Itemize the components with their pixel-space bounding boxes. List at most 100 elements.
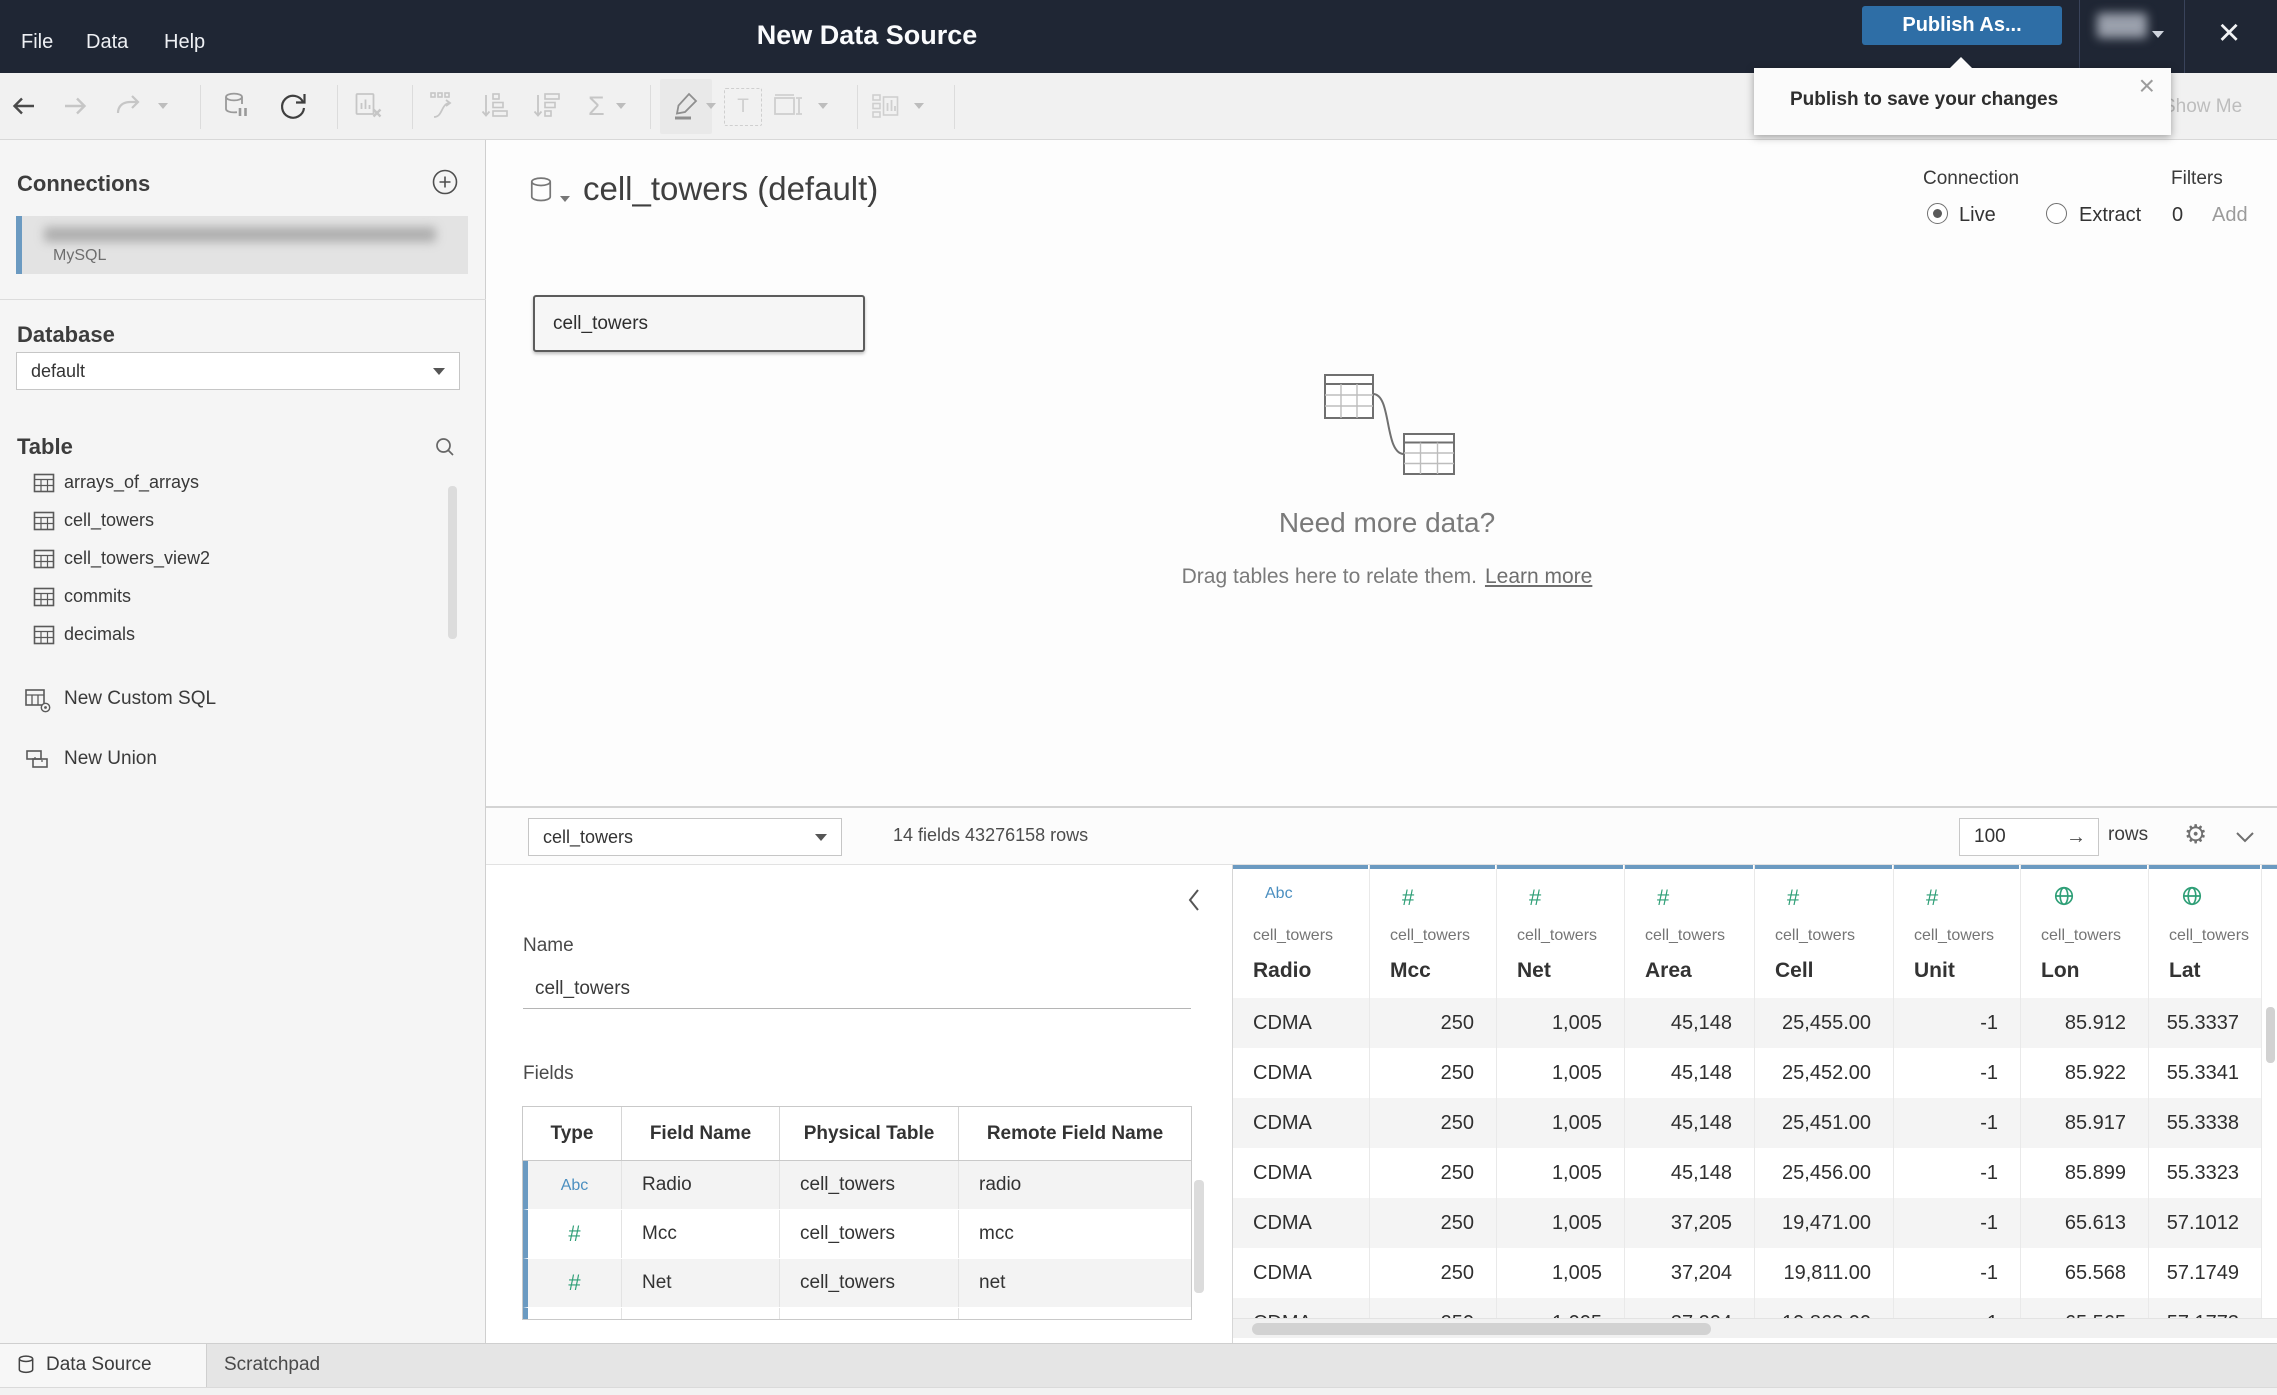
grid-cell: 250 — [1440, 1262, 1474, 1284]
apply-row-limit-icon[interactable]: → — [2066, 819, 2086, 855]
fit-view-caret-icon[interactable] — [818, 103, 828, 109]
filters-add-button[interactable]: Add — [2212, 204, 2248, 227]
refresh-icon[interactable] — [276, 89, 310, 123]
extract-label[interactable]: Extract — [2079, 204, 2141, 227]
highlighter-caret-icon[interactable] — [706, 103, 716, 109]
grid-column-header[interactable]: # cell_towers Unit — [1894, 869, 2020, 998]
number-type-icon: # — [1926, 885, 1939, 910]
text-label-icon[interactable]: T — [724, 88, 762, 126]
sort-descending-icon[interactable] — [530, 89, 564, 123]
new-custom-sql-button[interactable]: New Custom SQL — [0, 681, 445, 719]
live-radio[interactable] — [1927, 203, 1948, 224]
learn-more-link[interactable]: Learn more — [1485, 565, 1592, 588]
sidebar-table-decimals[interactable]: decimals — [0, 616, 445, 654]
account-menu[interactable] — [2097, 13, 2147, 38]
database-select[interactable]: default — [16, 352, 460, 390]
chevron-down-icon[interactable] — [2152, 31, 2164, 38]
close-window-button[interactable]: × — [2218, 8, 2240, 58]
grid-vscroll-thumb[interactable] — [2266, 1007, 2275, 1063]
fields-row-mcc[interactable]: # Mcc cell_towers mcc — [523, 1210, 1191, 1259]
back-icon[interactable] — [6, 89, 40, 123]
fields-scrollbar[interactable] — [1194, 1180, 1204, 1293]
grid-column-header[interactable]: cell_towers Lon — [2021, 869, 2148, 998]
grid-cell: CDMA — [1233, 1298, 1369, 1318]
extract-radio[interactable] — [2046, 203, 2067, 224]
grid-cell: CDMA — [1233, 1098, 1369, 1148]
fields-row-net[interactable]: # Net cell_towers net — [523, 1259, 1191, 1308]
grid-cell: -1 — [1980, 1162, 1998, 1184]
forward-icon[interactable] — [59, 89, 93, 123]
tab-scratchpad[interactable]: Scratchpad — [207, 1344, 457, 1388]
grid-cell: 250 — [1370, 1298, 1496, 1318]
grid-horizontal-scrollbar[interactable] — [1233, 1318, 2277, 1338]
grid-column-header[interactable]: # cell_towers Net — [1497, 869, 1624, 998]
tables-scrollbar[interactable] — [448, 486, 457, 639]
datasource-cylinder-icon[interactable] — [527, 176, 555, 211]
add-connection-icon[interactable] — [431, 168, 459, 201]
grid-column-header[interactable]: # cell_towers Cell — [1755, 869, 1893, 998]
connection-card[interactable]: MySQL — [16, 216, 468, 274]
row-limit-input[interactable]: 100 → — [1959, 818, 2099, 856]
show-me-button[interactable]: Show Me — [2163, 96, 2242, 118]
fields-row-radio[interactable]: Abc Radio cell_towers radio — [523, 1161, 1191, 1210]
status-strip — [0, 1387, 2277, 1395]
totals-caret-icon[interactable] — [616, 103, 626, 109]
string-type-icon: Abc — [560, 1177, 589, 1194]
show-cards-icon[interactable] — [869, 89, 903, 123]
toolbar-divider — [954, 85, 955, 129]
fit-view-icon[interactable] — [771, 89, 805, 123]
search-icon[interactable] — [434, 436, 456, 463]
grid-cell: 85.922 — [2064, 1062, 2126, 1084]
collapse-preview-icon[interactable] — [2234, 829, 2256, 850]
grid-cell: 55.3341 — [2166, 1062, 2239, 1084]
grid-cell: 37,204 — [1625, 1298, 1754, 1318]
grid-cell: 65.565 — [2021, 1298, 2148, 1318]
collapse-panel-icon[interactable] — [1186, 887, 1202, 918]
menu-data[interactable]: Data — [86, 31, 128, 54]
sort-ascending-icon[interactable] — [478, 89, 512, 123]
sidebar-table-arrays_of_arrays[interactable]: arrays_of_arrays — [0, 464, 445, 502]
tab-data-source[interactable]: Data Source — [0, 1344, 207, 1388]
totals-sigma-icon[interactable]: Σ — [588, 91, 605, 122]
redo-caret-icon[interactable] — [158, 103, 168, 109]
grid-cell: 85.917 — [2021, 1098, 2148, 1148]
show-cards-caret-icon[interactable] — [914, 103, 924, 109]
fields-row-partial[interactable] — [523, 1308, 1191, 1319]
publish-as-button[interactable]: Publish As... — [1862, 6, 2062, 45]
grid-column-header[interactable]: # cell_towers Mcc — [1370, 869, 1496, 998]
table-chip-cell-towers[interactable]: cell_towers — [533, 295, 865, 352]
grid-column-header[interactable]: # cell_towers Area — [1625, 869, 1754, 998]
highlighter-icon[interactable] — [668, 89, 702, 123]
grid-cell: 1,005 — [1497, 1298, 1624, 1318]
sidebar-table-cell_towers_view2[interactable]: cell_towers_view2 — [0, 540, 445, 578]
grid-column-header[interactable]: cell_towers Lat — [2149, 869, 2261, 998]
grid-column-header[interactable]: Abc cell_towers Radio — [1233, 869, 1369, 998]
grid-hscroll-thumb[interactable] — [1252, 1323, 1711, 1335]
grid-edge-strip — [2262, 865, 2277, 1318]
datasource-pause-icon[interactable] — [220, 89, 254, 123]
new-union-button[interactable]: New Union — [0, 741, 445, 779]
tooltip-close-icon[interactable]: × — [2139, 70, 2155, 102]
fields-table: Type Field Name Physical Table Remote Field… — [522, 1106, 1192, 1320]
union-icon — [24, 746, 52, 779]
fields-table-header: Type Field Name Physical Table Remote Field… — [523, 1107, 1191, 1161]
preview-table-select[interactable]: cell_towers — [528, 818, 842, 856]
swap-rows-columns-icon[interactable] — [426, 89, 460, 123]
grid-column-lon: cell_towers Lon 85.912 85.922 85.917 85.899 65… — [2021, 865, 2149, 1318]
live-label[interactable]: Live — [1959, 204, 1996, 227]
menu-file[interactable]: File — [21, 31, 53, 54]
menu-help[interactable]: Help — [164, 31, 205, 54]
name-label: Name — [523, 935, 574, 956]
table-icon — [33, 548, 55, 575]
sidebar-table-commits[interactable]: commits — [0, 578, 445, 616]
redo-icon[interactable] — [111, 89, 145, 123]
gear-icon[interactable]: ⚙ — [2184, 819, 2207, 850]
grid-cell: -1 — [1894, 998, 2020, 1048]
grid-cell: 57.1749 — [2166, 1262, 2239, 1284]
datasource-caret-icon[interactable] — [560, 196, 570, 202]
table-icon — [33, 472, 55, 499]
grid-cell: 45,148 — [1670, 1162, 1732, 1184]
sidebar-table-cell_towers[interactable]: cell_towers — [0, 502, 445, 540]
clear-chart-icon[interactable] — [352, 89, 386, 123]
table-name-input[interactable]: cell_towers — [523, 969, 1191, 1009]
